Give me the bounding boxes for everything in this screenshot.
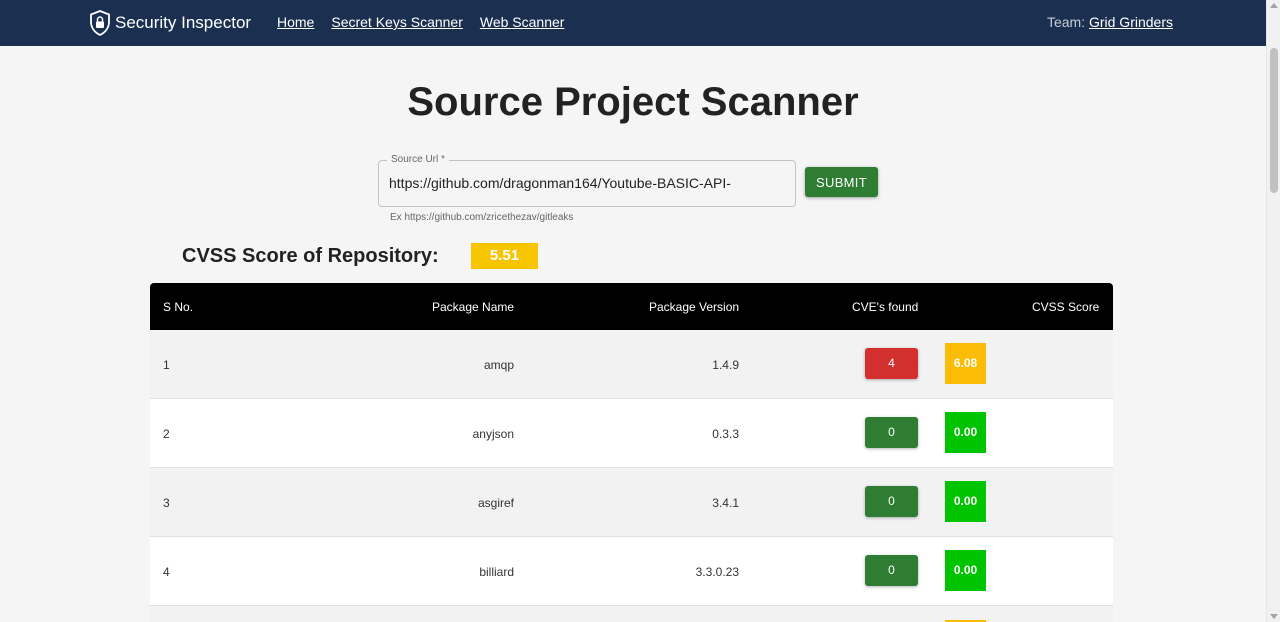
team-label: Team: xyxy=(1046,14,1086,30)
table-row: 3 asgiref 3.4.1 0 0.00 xyxy=(150,468,1113,537)
brand-title: Security Inspector xyxy=(115,13,252,32)
table-row: 1 amqp 1.4.9 4 6.08 xyxy=(150,330,1113,399)
submit-button[interactable]: SUBMIT xyxy=(805,167,878,197)
cvss-badge: 0.00 xyxy=(945,550,986,591)
header-package-name: Package Name xyxy=(432,300,515,314)
header-cves-found: CVE's found xyxy=(852,300,919,314)
cell-package-name: billiard xyxy=(479,565,514,579)
page-title: Source Project Scanner xyxy=(407,80,859,124)
scrollbar-thumb[interactable] xyxy=(1270,48,1278,193)
nav-link-secret-keys-scanner[interactable]: Secret Keys Scanner xyxy=(331,14,463,30)
table-row: 4 billiard 3.3.0.23 0 0.00 xyxy=(150,537,1113,606)
cell-sno: 4 xyxy=(163,565,170,579)
packages-table: S No. Package Name Package Version CVE's… xyxy=(150,283,1113,622)
cell-package-version: 3.3.0.23 xyxy=(695,565,739,579)
source-url-label: Source Url * xyxy=(387,154,449,165)
source-url-input[interactable] xyxy=(389,175,784,191)
cell-package-version: 3.4.1 xyxy=(712,496,739,510)
brand[interactable]: Security Inspector xyxy=(89,10,251,36)
header-cvss-score: CVSS Score xyxy=(1032,300,1100,314)
table-header: S No. Package Name Package Version CVE's… xyxy=(150,283,1113,330)
cell-package-version: 1.4.9 xyxy=(712,358,739,372)
scroll-up-icon[interactable] xyxy=(1270,3,1278,8)
nav-link-web-scanner[interactable]: Web Scanner xyxy=(480,14,565,30)
cell-sno: 2 xyxy=(163,427,170,441)
cvss-badge: 0.00 xyxy=(945,412,986,453)
page-scrollbar[interactable] xyxy=(1266,0,1280,622)
team-name-link[interactable]: Grid Grinders xyxy=(1089,14,1173,30)
scroll-down-icon[interactable] xyxy=(1270,614,1278,619)
cell-package-name: asgiref xyxy=(477,496,514,510)
cell-package-version: 0.3.3 xyxy=(712,427,739,441)
header-package-version: Package Version xyxy=(649,300,740,314)
team-info: Team: Grid Grinders xyxy=(1047,14,1173,30)
shield-lock-icon xyxy=(90,10,110,36)
header-sno: S No. xyxy=(163,300,194,314)
source-url-helper: Ex https://github.com/zricethezav/gitlea… xyxy=(390,212,574,223)
cvss-badge: 6.08 xyxy=(945,343,986,384)
nav-links: Home Secret Keys Scanner Web Scanner xyxy=(277,14,564,30)
source-url-field[interactable]: Source Url * xyxy=(378,154,796,207)
cve-count-button[interactable]: 0 xyxy=(865,486,918,517)
nav-link-home[interactable]: Home xyxy=(277,14,314,30)
cve-count-button[interactable]: 4 xyxy=(865,348,918,379)
cell-package-name: anyjson xyxy=(472,427,514,441)
cell-sno: 1 xyxy=(163,358,170,372)
cve-count-button[interactable]: 0 xyxy=(865,417,918,448)
top-navbar: Security Inspector Home Secret Keys Scan… xyxy=(0,0,1266,46)
cell-sno: 3 xyxy=(163,496,170,510)
table-row: 2 anyjson 0.3.3 0 0.00 xyxy=(150,399,1113,468)
cve-count-button[interactable]: 0 xyxy=(865,555,918,586)
cell-package-name: amqp xyxy=(483,358,514,372)
repo-score-badge: 5.51 xyxy=(471,243,538,269)
repo-score-label: CVSS Score of Repository: xyxy=(182,245,439,267)
cvss-badge: 0.00 xyxy=(945,481,986,522)
table-row-partial xyxy=(150,606,1113,622)
